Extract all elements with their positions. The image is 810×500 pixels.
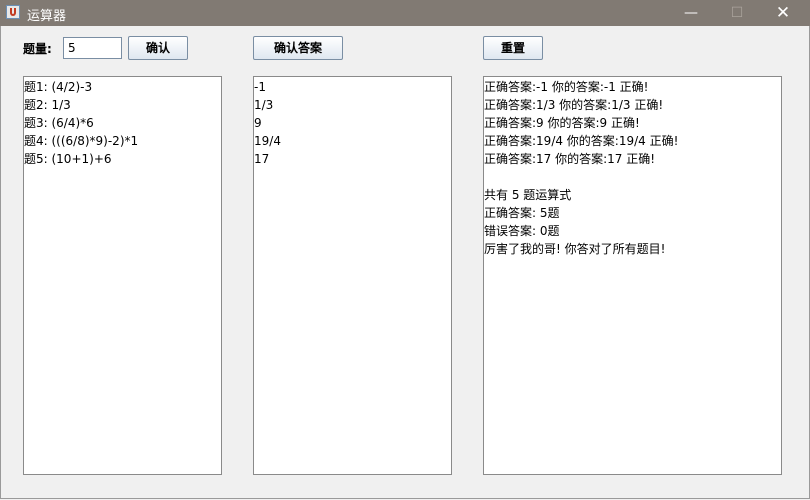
reset-button[interactable]: 重置 — [483, 36, 543, 60]
question-line: 题2: 1/3 — [24, 98, 71, 112]
java-cup-icon — [6, 5, 20, 19]
minimize-button[interactable]: — — [668, 0, 714, 26]
summary-correct: 正确答案: 5题 — [484, 206, 560, 220]
confirm-button[interactable]: 确认 — [128, 36, 188, 60]
result-line: 正确答案:19/4 你的答案:19/4 正确! — [484, 134, 679, 148]
question-count-input[interactable]: 5 — [63, 37, 122, 59]
result-line — [484, 168, 781, 186]
results-textarea[interactable]: 正确答案:-1 你的答案:-1 正确! 正确答案:1/3 你的答案:1/3 正确… — [483, 76, 782, 475]
window-title: 运算器 — [27, 9, 67, 24]
result-line: 正确答案:1/3 你的答案:1/3 正确! — [484, 98, 664, 112]
close-button[interactable]: ✕ — [760, 0, 806, 26]
summary-wrong: 错误答案: 0题 — [484, 224, 560, 238]
question-line: 题3: (6/4)*6 — [24, 116, 94, 130]
question-line: 题4: (((6/8)*9)-2)*1 — [24, 134, 139, 148]
question-line: 题1: (4/2)-3 — [24, 80, 93, 94]
result-line: 正确答案:9 你的答案:9 正确! — [484, 116, 640, 130]
answer-line: 17 — [254, 152, 270, 166]
question-line: 题5: (10+1)+6 — [24, 152, 112, 166]
answer-line: 19/4 — [254, 134, 281, 148]
answer-line: -1 — [254, 80, 266, 94]
answers-textarea[interactable]: -1 1/3 9 19/4 17 — [253, 76, 452, 475]
answer-line: 9 — [254, 116, 262, 130]
summary-message: 厉害了我的哥! 你答对了所有题目! — [484, 242, 666, 256]
summary-total: 共有 5 题运算式 — [484, 188, 572, 202]
question-count-label: 题量: — [23, 42, 52, 56]
title-bar: 运算器 — ☐ ✕ — [0, 0, 810, 26]
result-line: 正确答案:-1 你的答案:-1 正确! — [484, 80, 649, 94]
maximize-button[interactable]: ☐ — [714, 0, 760, 26]
confirm-answer-button[interactable]: 确认答案 — [253, 36, 343, 60]
result-line: 正确答案:17 你的答案:17 正确! — [484, 152, 656, 166]
questions-textarea[interactable]: 题1: (4/2)-3 题2: 1/3 题3: (6/4)*6 题4: (((6… — [23, 76, 222, 475]
answer-line: 1/3 — [254, 98, 274, 112]
